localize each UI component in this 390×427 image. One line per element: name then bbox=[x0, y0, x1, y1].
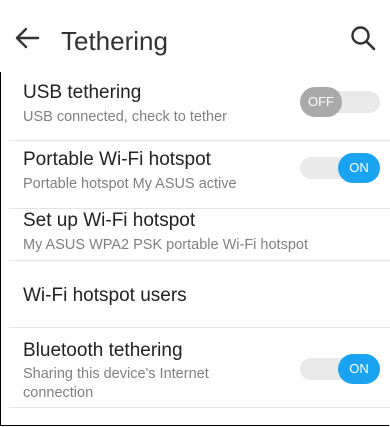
search-icon[interactable] bbox=[349, 24, 377, 52]
toggle-thumb-off: OFF bbox=[300, 87, 342, 117]
row-title: Bluetooth tethering bbox=[23, 340, 183, 361]
row-subtitle-continued: connection bbox=[23, 385, 94, 401]
usb-tethering-toggle[interactable]: OFF bbox=[300, 87, 380, 117]
app-bar: Tethering bbox=[0, 0, 390, 72]
portable-hotspot-row[interactable]: Portable Wi-Fi hotspot Portable hotspot … bbox=[0, 141, 390, 209]
arrow-left-icon[interactable] bbox=[14, 25, 40, 51]
toggle-thumb-on: ON bbox=[338, 153, 380, 183]
row-title: USB tethering bbox=[23, 82, 142, 103]
row-title: Portable Wi-Fi hotspot bbox=[23, 149, 211, 170]
row-subtitle: Sharing this device's Internet bbox=[23, 366, 209, 382]
toggle-thumb-on: ON bbox=[338, 354, 380, 384]
bluetooth-tethering-row[interactable]: Bluetooth tethering Sharing this device'… bbox=[0, 328, 390, 409]
page-title: Tethering bbox=[61, 26, 168, 56]
usb-tethering-row[interactable]: USB tethering USB connected, check to te… bbox=[0, 72, 390, 141]
hotspot-users-row[interactable]: Wi-Fi hotspot users bbox=[0, 261, 390, 328]
row-title: Wi-Fi hotspot users bbox=[23, 285, 187, 306]
row-subtitle: USB connected, check to tether bbox=[23, 109, 227, 125]
portable-hotspot-toggle[interactable]: ON bbox=[300, 153, 380, 183]
row-subtitle: My ASUS WPA2 PSK portable Wi-Fi hotspot bbox=[23, 237, 308, 253]
row-title: Set up Wi-Fi hotspot bbox=[23, 210, 196, 231]
row-subtitle: Portable hotspot My ASUS active bbox=[23, 176, 237, 192]
divider bbox=[9, 407, 390, 408]
bluetooth-tethering-toggle[interactable]: ON bbox=[300, 354, 380, 384]
